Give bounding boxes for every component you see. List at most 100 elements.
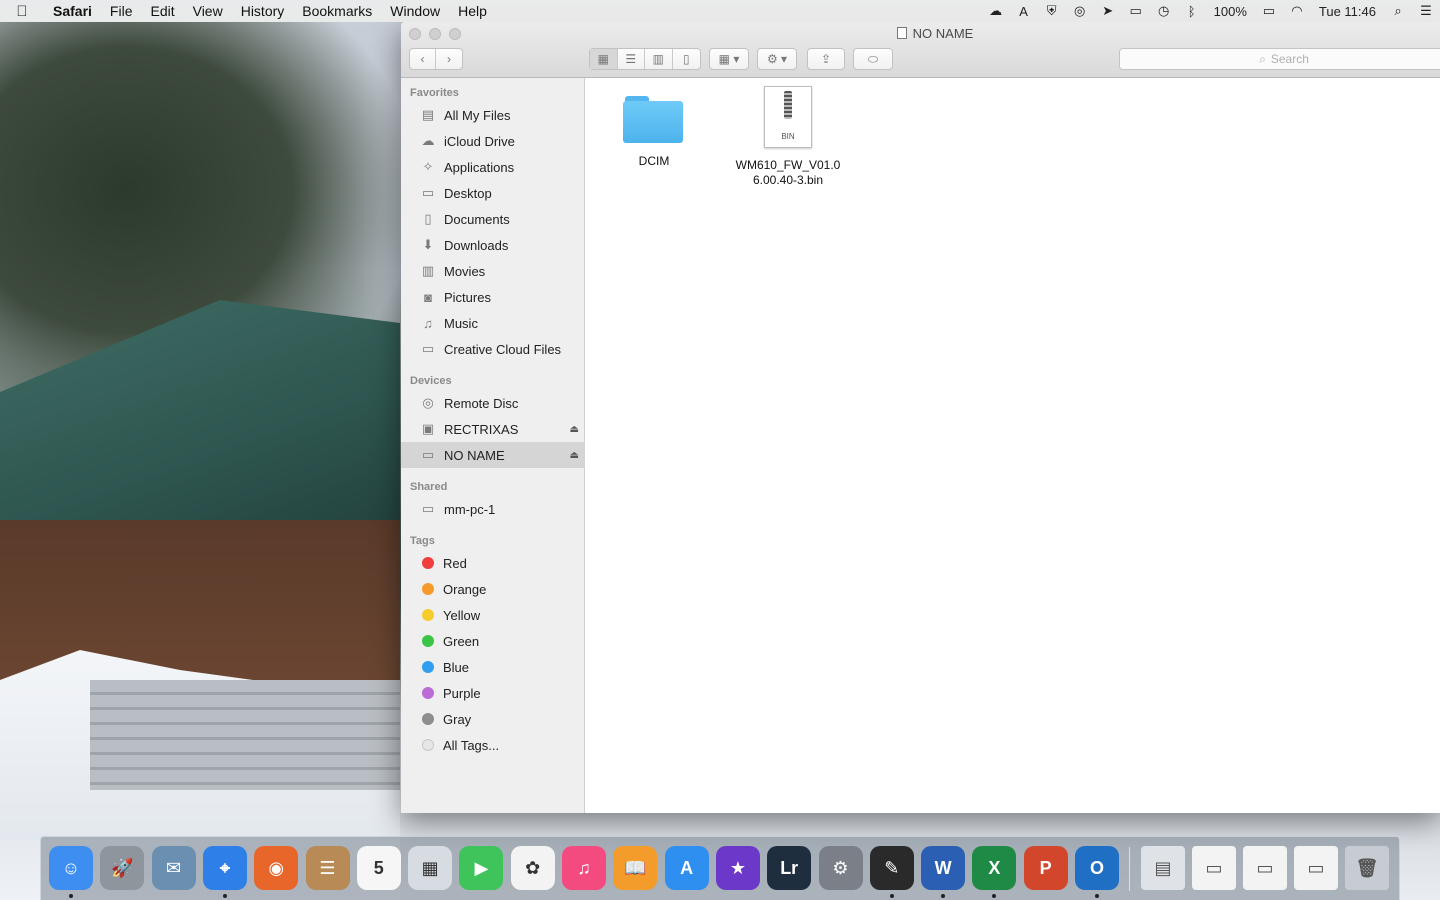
contacts-icon[interactable]: ☰ xyxy=(305,846,350,890)
search-placeholder: Search xyxy=(1270,52,1309,66)
photos-icon[interactable]: ✿ xyxy=(510,846,555,890)
menu-bar:  Safari File Edit View History Bookmark… xyxy=(0,0,1440,22)
sidebar-tag-red[interactable]: Red xyxy=(401,550,585,576)
sidebar-item-downloads[interactable]: ⬇ Downloads xyxy=(401,232,585,258)
eject-icon[interactable]: ⏏ xyxy=(570,424,579,435)
launchpad-icon[interactable]: 🚀 xyxy=(100,846,145,890)
forward-button[interactable]: › xyxy=(436,49,462,69)
column-view-icon[interactable]: ▥ xyxy=(645,49,673,69)
sidebar-item-creative-cloud-files[interactable]: ▭ Creative Cloud Files xyxy=(401,336,585,362)
search-input[interactable]: ⌕ Search xyxy=(1119,48,1440,70)
creative-cloud-icon[interactable]: ☁ xyxy=(982,3,1010,19)
shield-icon[interactable]: ⛨ xyxy=(1038,3,1066,19)
bluetooth-icon[interactable]: ᛒ xyxy=(1178,4,1206,19)
outlook-icon[interactable]: O xyxy=(1075,846,1119,890)
sidebar-item-all-my-files[interactable]: ▤ All My Files xyxy=(401,102,585,128)
sidebar-item-desktop[interactable]: ▭ Desktop xyxy=(401,180,585,206)
action-button[interactable]: ⚙ ▾ xyxy=(757,48,797,70)
time-machine-icon[interactable]: ◷ xyxy=(1150,3,1178,19)
notification-center-icon[interactable]: ☰ xyxy=(1412,3,1440,19)
sidebar-item-mm-pc-1[interactable]: ▭ mm-pc-1 xyxy=(401,496,585,522)
menu-file[interactable]: File xyxy=(101,3,142,19)
file-item-dcim[interactable]: DCIM xyxy=(594,78,714,169)
running-indicator xyxy=(889,894,894,898)
facetime-icon[interactable]: ▶ xyxy=(459,846,504,890)
lightroom-icon[interactable]: Lr xyxy=(767,846,812,890)
file-item-firmware-bin[interactable]: BIN WM610_FW_V01.0 6.00.40-3.bin xyxy=(728,78,848,188)
sidebar-tag-gray[interactable]: Gray xyxy=(401,706,585,732)
itunes-icon[interactable]: ♫ xyxy=(562,846,606,890)
app-store-icon[interactable]: A xyxy=(664,846,709,890)
downloads-icon: ⬇ xyxy=(422,237,434,252)
preview-icon[interactable]: ▦ xyxy=(408,846,453,890)
spotlight-search-icon[interactable]: ⌕ xyxy=(1384,3,1412,19)
outlook-doc-thumb-icon[interactable]: ▭ xyxy=(1243,846,1287,890)
sidebar-tag-purple[interactable]: Purple xyxy=(401,680,585,706)
trash-icon[interactable]: 🗑 xyxy=(1345,846,1389,890)
ibooks-icon[interactable]: 📖 xyxy=(613,846,658,890)
window-title: NO NAME xyxy=(401,26,1440,41)
word-doc-thumb-icon[interactable]: ▭ xyxy=(1192,846,1236,890)
airplay-icon[interactable]: ▭ xyxy=(1122,3,1150,19)
menu-view[interactable]: View xyxy=(184,3,232,19)
sidebar-item-remote-disc[interactable]: ◎ Remote Disc xyxy=(401,390,585,416)
text-input-icon[interactable]: A xyxy=(1010,4,1038,19)
eject-icon[interactable]: ⏏ xyxy=(570,450,579,461)
sidebar-item-label: Documents xyxy=(444,211,510,227)
sidebar-item-label: Desktop xyxy=(444,185,492,201)
sidebar-item-label: mm-pc-1 xyxy=(444,501,496,517)
running-indicator xyxy=(992,894,997,898)
edit-tags-button[interactable]: ⬭ xyxy=(853,48,893,70)
sidebar-item-pictures[interactable]: ◙ Pictures xyxy=(401,284,585,310)
sidebar-item-applications[interactable]: ✧ Applications xyxy=(401,154,585,180)
sidebar-tag-green[interactable]: Green xyxy=(401,628,585,654)
sidebar-tag-orange[interactable]: Orange xyxy=(401,576,585,602)
sidebar-item-icloud-drive[interactable]: ☁ iCloud Drive xyxy=(401,128,585,154)
word-icon[interactable]: W xyxy=(921,846,966,890)
desktop-icon: ▭ xyxy=(421,185,435,200)
battery-icon[interactable]: ▭ xyxy=(1255,3,1283,19)
excel-icon[interactable]: X xyxy=(972,846,1017,890)
acrobat-icon[interactable]: ✎ xyxy=(869,846,914,890)
menu-window[interactable]: Window xyxy=(381,3,449,19)
sidebar-item-movies[interactable]: ▥ Movies xyxy=(401,258,585,284)
sidebar-item-label: Music xyxy=(444,315,478,331)
sidebar-item-rectrixas[interactable]: ▣ RECTRIXAS ⏏ xyxy=(401,416,585,442)
battery-percent[interactable]: 100% xyxy=(1206,4,1255,19)
downloads-stack-icon[interactable]: ▤ xyxy=(1141,846,1185,890)
location-icon[interactable]: ➤ xyxy=(1094,3,1122,19)
sidebar-tag-yellow[interactable]: Yellow xyxy=(401,602,585,628)
sidebar-header-devices: Devices xyxy=(410,375,452,387)
menu-edit[interactable]: Edit xyxy=(141,3,183,19)
menu-app-name[interactable]: Safari xyxy=(44,3,101,19)
sidebar-item-music[interactable]: ♫ Music xyxy=(401,310,585,336)
sidebar-tag-blue[interactable]: Blue xyxy=(401,654,585,680)
tag-color-dot xyxy=(422,583,434,595)
menu-bookmarks[interactable]: Bookmarks xyxy=(293,3,381,19)
wifi-icon[interactable]: ◠ xyxy=(1283,3,1311,19)
list-view-icon[interactable]: ☰ xyxy=(618,49,645,69)
calendar-icon[interactable]: 5 xyxy=(356,846,401,890)
system-preferences-icon[interactable]: ⚙ xyxy=(818,846,863,890)
finder-icon[interactable]: ☺ xyxy=(49,846,93,890)
imovie-icon[interactable]: ★ xyxy=(715,846,760,890)
share-button[interactable]: ⇪ xyxy=(807,48,845,70)
icon-view-icon[interactable]: ▦ xyxy=(590,49,618,69)
menu-help[interactable]: Help xyxy=(449,3,496,19)
firefox-icon[interactable]: ◉ xyxy=(254,846,299,890)
clock[interactable]: Tue 11:46 xyxy=(1311,4,1384,19)
back-button[interactable]: ‹ xyxy=(410,49,437,69)
apple-menu-icon[interactable]:  xyxy=(0,3,44,20)
safari-doc-thumb-icon[interactable]: ▭ xyxy=(1294,846,1338,890)
record-icon[interactable]: ◎ xyxy=(1066,3,1094,19)
sidebar-item-label: RECTRIXAS xyxy=(444,421,519,437)
sidebar-item-documents[interactable]: ▯ Documents xyxy=(401,206,585,232)
sidebar-tag-all-tags[interactable]: All Tags... xyxy=(401,732,585,758)
sidebar-item-no-name[interactable]: ▭ NO NAME ⏏ xyxy=(401,442,585,468)
powerpoint-icon[interactable]: P xyxy=(1023,846,1068,890)
cover-flow-view-icon[interactable]: ▯ xyxy=(673,49,700,69)
arrange-button[interactable]: ▦ ▾ xyxy=(709,48,749,70)
safari-icon[interactable]: ⌖ xyxy=(202,846,247,890)
mail-stamp-icon[interactable]: ✉ xyxy=(151,846,196,890)
menu-history[interactable]: History xyxy=(232,3,294,19)
